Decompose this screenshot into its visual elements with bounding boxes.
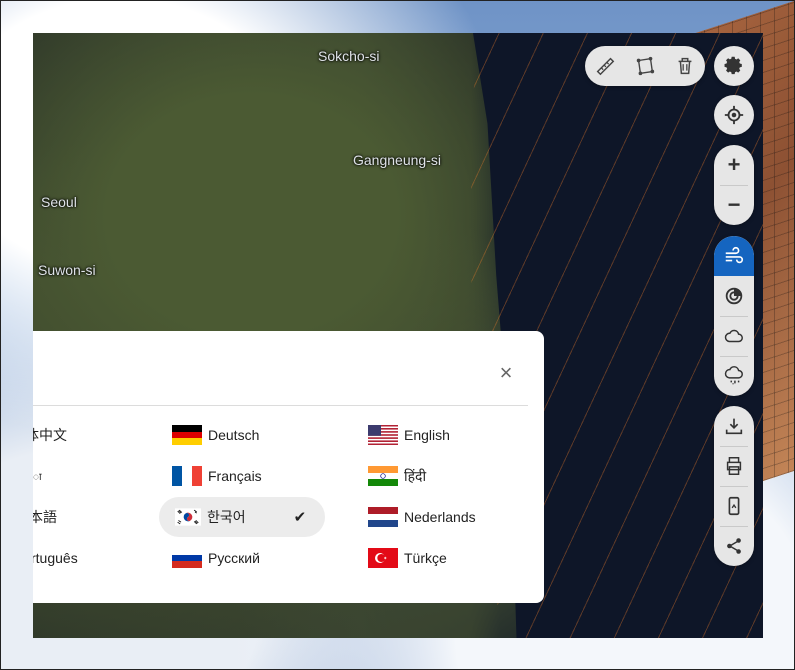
germany-flag-icon	[172, 425, 202, 445]
close-button[interactable]: ×	[496, 362, 516, 384]
trash-icon[interactable]	[665, 46, 705, 86]
mobile-button[interactable]	[714, 486, 754, 526]
rain-layer-button[interactable]	[714, 356, 754, 396]
language-option-english[interactable]: English	[368, 423, 450, 447]
ruler-icon[interactable]	[585, 46, 625, 86]
language-label: हिंदी	[404, 467, 427, 484]
usa-flag-icon	[368, 425, 398, 445]
language-option-japanese[interactable]: 本語	[33, 505, 57, 529]
language-label: Deutsch	[208, 427, 260, 443]
checkmark-icon: ✔	[293, 509, 307, 526]
language-option-russian[interactable]: Русский	[172, 546, 260, 570]
wind-icon	[725, 246, 744, 264]
zoom-out-button[interactable]: −	[714, 185, 754, 225]
background-wallpaper: Sokcho-si Gangneung-si Seoul Suwon-si + …	[0, 0, 795, 670]
cloud-icon	[724, 329, 743, 343]
language-label: 体中文	[33, 427, 67, 443]
location-icon	[724, 105, 744, 125]
city-label: Sokcho-si	[318, 48, 380, 64]
share-icon	[727, 538, 741, 554]
language-option-portuguese[interactable]: rtuguês	[33, 546, 78, 570]
mobile-icon	[728, 496, 740, 516]
france-flag-icon	[172, 466, 202, 486]
download-button[interactable]	[714, 406, 754, 446]
india-flag-icon	[368, 466, 398, 486]
zoom-control: + −	[714, 145, 754, 225]
language-label: rtuguês	[33, 550, 78, 566]
share-button[interactable]	[714, 526, 754, 566]
language-dialog: × 体中文 Deutsch English ा Français हिंदी	[33, 331, 544, 603]
locate-button[interactable]	[714, 95, 754, 135]
rain-icon	[724, 366, 743, 385]
city-label: Suwon-si	[38, 262, 96, 278]
language-option-partial[interactable]: ा	[33, 464, 42, 488]
language-option-nederlands[interactable]: Nederlands	[368, 505, 476, 529]
zoom-in-button[interactable]: +	[714, 145, 754, 185]
russia-flag-icon	[172, 548, 202, 568]
language-label: Русский	[208, 550, 260, 566]
language-option-hindi[interactable]: हिंदी	[368, 464, 426, 488]
polygon-icon[interactable]	[625, 46, 665, 86]
tools-control	[714, 406, 754, 566]
language-option-deutsch[interactable]: Deutsch	[172, 423, 259, 447]
language-label: Türkçe	[404, 550, 447, 566]
settings-button[interactable]	[714, 46, 754, 86]
language-label: Nederlands	[404, 509, 476, 525]
wind-layer-button[interactable]	[714, 236, 754, 276]
city-label: Seoul	[41, 194, 77, 210]
dialog-divider	[33, 405, 528, 406]
turkey-flag-icon	[368, 548, 398, 568]
measure-toolbar	[585, 46, 705, 86]
layer-control	[714, 236, 754, 396]
language-label: ा	[33, 472, 42, 483]
korea-flag-icon	[175, 508, 201, 526]
gear-icon	[724, 56, 742, 75]
pressure-layer-button[interactable]	[714, 276, 754, 316]
language-option-turkce[interactable]: Türkçe	[368, 546, 447, 570]
language-option-chinese[interactable]: 体中文	[33, 423, 67, 447]
city-label: Gangneung-si	[353, 152, 441, 168]
language-option-korean[interactable]: 한국어 ✔	[175, 505, 306, 529]
print-icon	[726, 457, 742, 475]
pressure-icon	[725, 287, 743, 305]
language-label: English	[404, 427, 450, 443]
cloud-layer-button[interactable]	[714, 316, 754, 356]
netherlands-flag-icon	[368, 507, 398, 527]
print-button[interactable]	[714, 446, 754, 486]
language-label: 本語	[33, 509, 57, 525]
language-label: Français	[208, 468, 262, 484]
language-option-francais[interactable]: Français	[172, 464, 262, 488]
download-icon	[725, 418, 743, 435]
language-label: 한국어	[207, 509, 246, 525]
